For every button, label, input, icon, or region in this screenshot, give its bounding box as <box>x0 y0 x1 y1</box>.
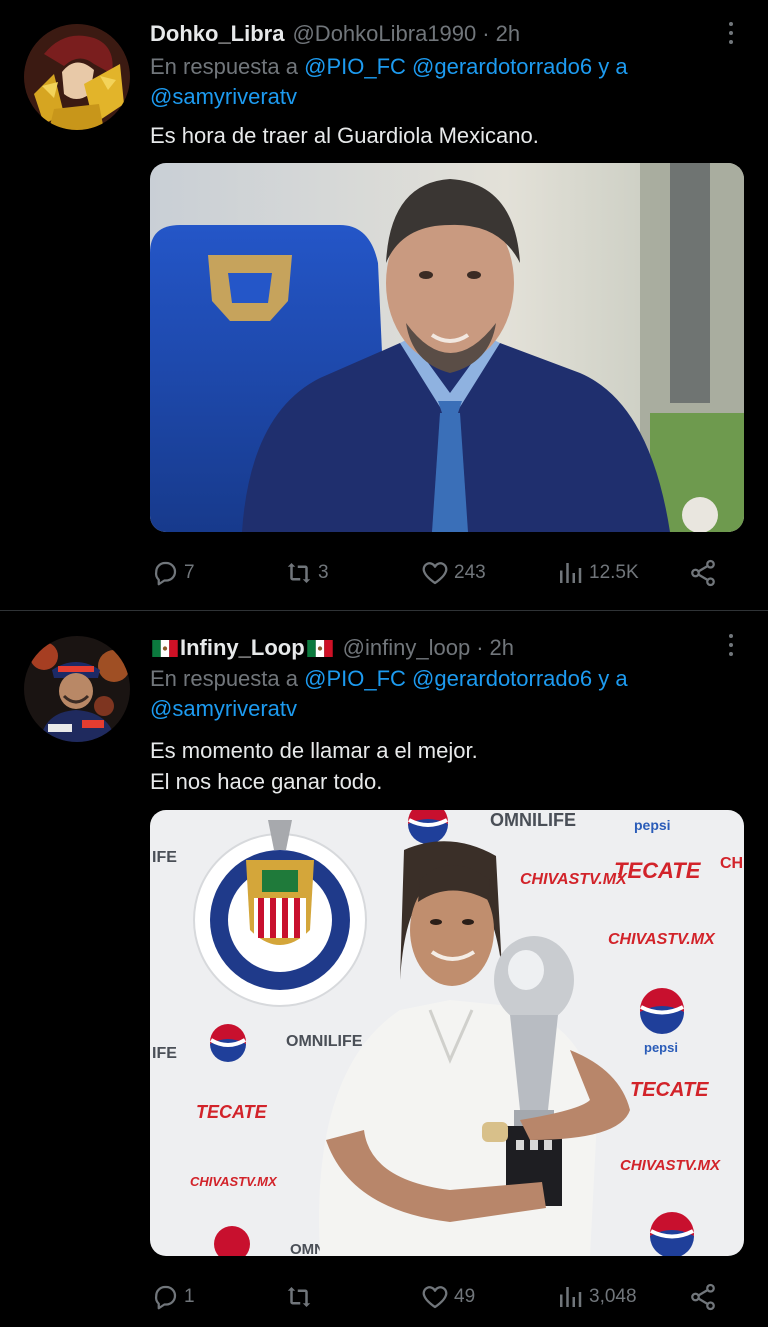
user-handle[interactable]: @infiny_loop <box>343 635 471 661</box>
reply-prefix: En respuesta a <box>150 666 298 691</box>
more-options-icon[interactable] <box>726 22 736 48</box>
avatar[interactable] <box>24 636 130 742</box>
timestamp[interactable]: 2h <box>496 21 520 47</box>
sponsor-text: CHIVASTV.MX <box>520 871 628 888</box>
tweet-dohko-libra[interactable]: Dohko_Libra @DohkoLibra1990 · 2h En resp… <box>0 0 768 610</box>
views-button[interactable]: 3,048 <box>555 1279 637 1315</box>
display-name[interactable]: Dohko_Libra <box>150 21 284 47</box>
sponsor-text: OMNILIFE <box>490 810 576 830</box>
display-name[interactable]: Infiny_Loop <box>180 635 305 661</box>
tweet-header: Dohko_Libra @DohkoLibra1990 · 2h <box>150 18 520 50</box>
like-count: 243 <box>454 562 486 583</box>
sponsor-text: CHIVASTV.MX <box>608 931 716 948</box>
tweet-actions: 1 49 3,048 <box>150 1279 740 1315</box>
sponsor-text: IFE <box>152 1045 177 1062</box>
views-count: 3,048 <box>589 1286 637 1307</box>
like-button[interactable]: 49 <box>420 1279 475 1315</box>
sponsor-text: CHIVASTV.MX <box>620 1157 721 1174</box>
separator: · <box>476 635 484 660</box>
sponsor-text: TECATE <box>614 858 702 883</box>
reply-prefix: En respuesta a <box>150 54 298 79</box>
sponsor-text: pepsi <box>644 1040 678 1055</box>
reply-mentions[interactable]: @PIO_FC @gerardotorrado6 y a <box>304 54 627 79</box>
retweet-button[interactable]: 3 <box>284 555 329 591</box>
views-button[interactable]: 12.5K <box>555 555 639 591</box>
avatar[interactable] <box>24 24 130 130</box>
tweet-divider <box>0 610 768 611</box>
mexico-flag-icon <box>306 639 333 657</box>
views-chart-icon <box>560 1287 582 1307</box>
tweet-text-line: El nos hace ganar todo. <box>150 769 383 794</box>
like-button[interactable]: 243 <box>420 555 486 591</box>
retweet-button[interactable] <box>284 1279 318 1315</box>
tweet-photo[interactable] <box>150 163 744 532</box>
reply-mention[interactable]: @samyriveratv <box>150 84 297 109</box>
retweet-count: 3 <box>318 562 329 583</box>
sponsor-text: OMNILIFE <box>286 1033 363 1050</box>
heart-icon <box>422 562 448 585</box>
like-count: 49 <box>454 1286 476 1307</box>
share-icon <box>691 1283 715 1311</box>
reply-context: En respuesta a @PIO_FC @gerardotorrado6 … <box>150 664 730 724</box>
reply-count: 7 <box>184 562 195 583</box>
reply-mentions[interactable]: @PIO_FC @gerardotorrado6 y a <box>304 666 627 691</box>
tweet-text-line: Es momento de llamar a el mejor. <box>150 738 478 763</box>
share-button[interactable] <box>688 1279 718 1315</box>
tweet-infiny-loop[interactable]: Infiny_Loop @infiny_loop · 2h En respues… <box>0 612 768 1327</box>
tweet-actions: 7 3 243 12.5K <box>150 555 740 591</box>
heart-icon <box>422 1286 448 1309</box>
sponsor-text: pepsi <box>634 817 671 833</box>
timestamp[interactable]: 2h <box>490 635 514 661</box>
share-icon <box>691 559 715 587</box>
sponsor-text: TECATE <box>630 1079 709 1101</box>
reply-context: En respuesta a @PIO_FC @gerardotorrado6 … <box>150 52 730 112</box>
more-options-icon[interactable] <box>726 634 736 660</box>
tweet-text: Es hora de traer al Guardiola Mexicano. <box>150 120 539 151</box>
retweet-icon <box>287 1287 311 1307</box>
sponsor-text: TECATE <box>196 1102 268 1122</box>
sponsor-text: IFE <box>152 849 177 866</box>
separator: · <box>482 21 490 46</box>
reply-count: 1 <box>184 1286 195 1307</box>
tweet-text-line: Es hora de traer al Guardiola Mexicano. <box>150 123 539 148</box>
reply-button[interactable]: 7 <box>150 555 195 591</box>
tweet-text: Es momento de llamar a el mejor. El nos … <box>150 735 478 797</box>
retweet-icon <box>287 563 311 583</box>
sponsor-text: CHIVASTV.MX <box>190 1174 278 1189</box>
tweet-header: Infiny_Loop @infiny_loop · 2h <box>150 632 514 664</box>
mexico-flag-icon <box>152 639 178 657</box>
reply-icon <box>154 561 177 586</box>
sponsor-text: CH <box>720 855 743 872</box>
reply-icon <box>154 1285 177 1310</box>
tweet-photo[interactable]: OMNILIFE pepsi TECATE CH CHIVASTV.MX CHI… <box>150 810 744 1256</box>
user-handle[interactable]: @DohkoLibra1990 <box>292 21 476 47</box>
share-button[interactable] <box>688 555 718 591</box>
reply-button[interactable]: 1 <box>150 1279 195 1315</box>
reply-mention[interactable]: @samyriveratv <box>150 696 297 721</box>
views-count: 12.5K <box>589 562 639 583</box>
views-chart-icon <box>560 563 582 583</box>
